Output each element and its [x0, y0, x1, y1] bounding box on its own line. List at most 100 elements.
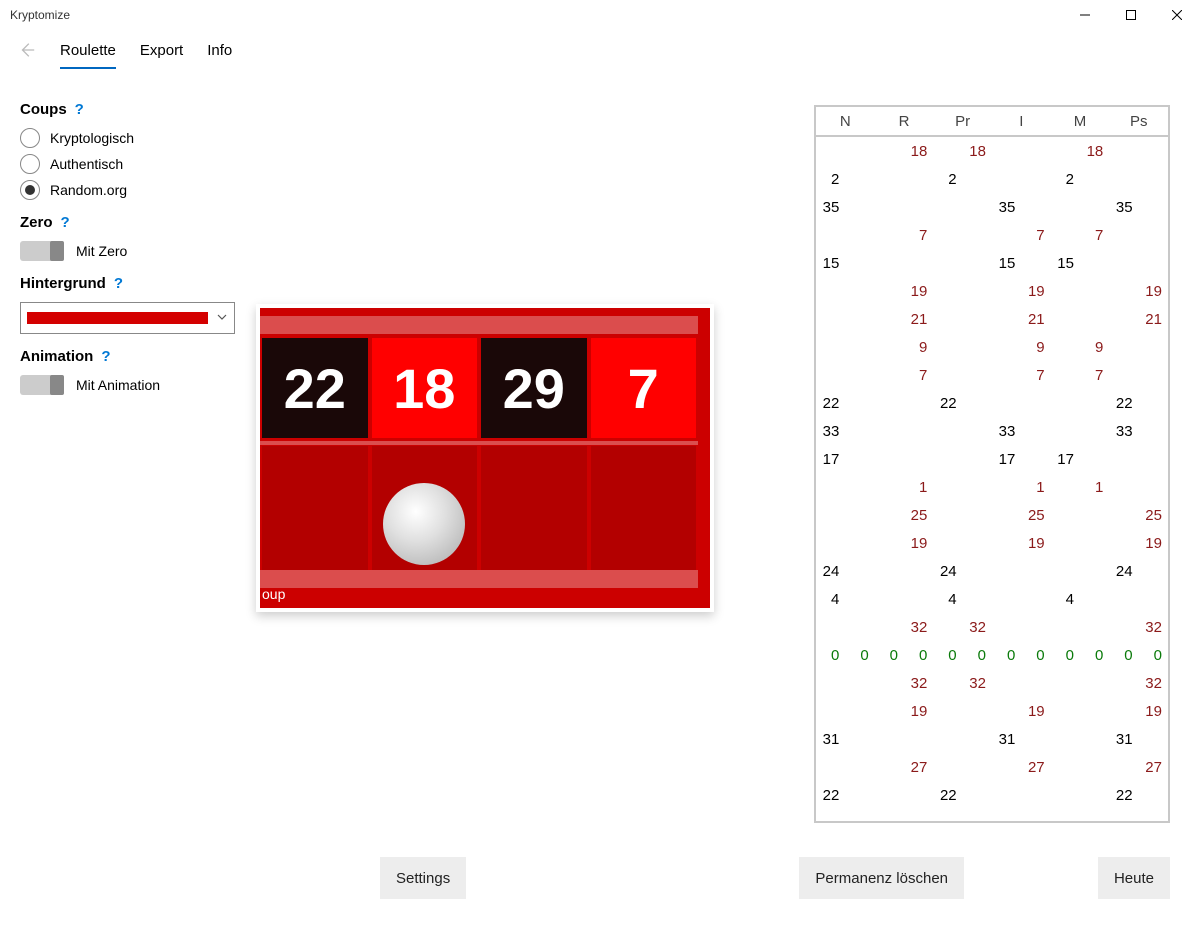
table-row: 7 7 7: [816, 361, 1168, 389]
help-icon[interactable]: ?: [114, 275, 123, 292]
header: Roulette Export Info: [0, 30, 1200, 69]
app-title: Kryptomize: [10, 8, 70, 22]
radio-kryptologisch[interactable]: Kryptologisch: [20, 128, 236, 148]
col-N: N: [816, 113, 875, 130]
cell: 0: [1021, 647, 1050, 664]
help-icon[interactable]: ?: [101, 348, 110, 365]
cell: 33: [1109, 423, 1138, 440]
table-header: NRPrIMPs: [816, 107, 1168, 137]
table-row: 181818: [816, 137, 1168, 165]
cell: 35: [816, 199, 845, 216]
minimize-button[interactable]: [1062, 0, 1108, 30]
cell: 7: [904, 367, 933, 384]
radio-label: Authentisch: [50, 156, 123, 172]
cell: 25: [904, 507, 933, 524]
section-background-title: Hintergrund ?: [20, 275, 236, 292]
cell: 27: [1021, 759, 1050, 776]
close-button[interactable]: [1154, 0, 1200, 30]
window-controls: [1062, 0, 1200, 30]
cell: 18: [904, 143, 933, 160]
cell: 24: [816, 563, 845, 580]
cell: 17: [992, 451, 1021, 468]
zero-toggle-label: Mit Zero: [76, 243, 127, 259]
table-row: 222222: [816, 781, 1168, 809]
today-button[interactable]: Heute: [1098, 857, 1170, 899]
ball-strip: [260, 446, 698, 570]
cell: 22: [1109, 787, 1138, 804]
cell: 0: [845, 647, 874, 664]
table-row: 313131: [816, 725, 1168, 753]
content: 2218297 oup NRPrIMPs 1818182223535357771…: [256, 69, 1200, 931]
tab-roulette[interactable]: Roulette: [60, 36, 116, 69]
settings-button[interactable]: Settings: [380, 857, 466, 899]
col-I: I: [992, 113, 1051, 130]
cell: 4: [816, 591, 845, 608]
table-row: 242424: [816, 557, 1168, 585]
cell: 19: [1139, 535, 1168, 552]
coups-label: Coups: [20, 101, 67, 118]
cell: 22: [933, 395, 962, 412]
track-top: [260, 316, 698, 334]
animation-label: Animation: [20, 348, 93, 365]
cell: 32: [1139, 619, 1168, 636]
table-row: 17 17 17: [816, 445, 1168, 473]
help-icon[interactable]: ?: [75, 101, 84, 118]
number-strip: 2218297: [260, 338, 698, 438]
col-Ps: Ps: [1109, 113, 1168, 130]
roulette-slot: [262, 446, 368, 570]
roulette-number-7: 7: [591, 338, 697, 438]
table-row: 191919: [816, 697, 1168, 725]
help-icon[interactable]: ?: [61, 214, 70, 231]
cell: 7: [1021, 227, 1050, 244]
roulette-slot: [481, 446, 587, 570]
ball-icon: [383, 483, 465, 565]
table-row: 212121: [816, 305, 1168, 333]
radio-randomorg[interactable]: Random.org: [20, 180, 236, 200]
col-Pr: Pr: [933, 113, 992, 130]
cell: 4: [1051, 591, 1080, 608]
table-row: 000000000000: [816, 641, 1168, 669]
zero-toggle[interactable]: [20, 241, 64, 261]
cell: 0: [1051, 647, 1080, 664]
main: Coups ? Kryptologisch Authentisch Random.o…: [0, 69, 1200, 931]
tab-export[interactable]: Export: [140, 36, 183, 69]
clear-permanence-button[interactable]: Permanenz löschen: [799, 857, 964, 899]
animation-toggle[interactable]: [20, 375, 64, 395]
radio-label: Random.org: [50, 182, 127, 198]
table-row: 333333: [816, 417, 1168, 445]
cell: 19: [904, 283, 933, 300]
col-M: M: [1051, 113, 1110, 130]
cell: 2: [933, 171, 962, 188]
cell: 0: [1080, 647, 1109, 664]
radio-label: Kryptologisch: [50, 130, 134, 146]
tab-info[interactable]: Info: [207, 36, 232, 69]
roulette-number-18: 18: [372, 338, 478, 438]
table-body[interactable]: 1818182223535357771515151919192121219997…: [816, 137, 1168, 821]
cell: 7: [1021, 367, 1050, 384]
table-row: 323232: [816, 669, 1168, 697]
cell: 19: [1021, 703, 1050, 720]
cell: 15: [816, 255, 845, 272]
maximize-button[interactable]: [1108, 0, 1154, 30]
cell: 33: [992, 423, 1021, 440]
cell: 0: [992, 647, 1021, 664]
cell: 18: [1080, 143, 1109, 160]
zero-toggle-row: Mit Zero: [20, 241, 236, 261]
cell: 17: [816, 451, 845, 468]
cell: 19: [904, 535, 933, 552]
cell: 0: [875, 647, 904, 664]
table-row: 111: [816, 473, 1168, 501]
roulette-number-29: 29: [481, 338, 587, 438]
cell: 32: [963, 675, 992, 692]
cell: 0: [904, 647, 933, 664]
table-row: 222222: [816, 389, 1168, 417]
background-combo[interactable]: [20, 302, 235, 334]
cell: 17: [1051, 451, 1080, 468]
cell: 7: [1080, 367, 1109, 384]
cell: 4: [933, 591, 962, 608]
animation-toggle-row: Mit Animation: [20, 375, 236, 395]
radio-authentisch[interactable]: Authentisch: [20, 154, 236, 174]
zero-label: Zero: [20, 214, 53, 231]
cell: 0: [963, 647, 992, 664]
back-arrow-icon[interactable]: [18, 41, 42, 64]
